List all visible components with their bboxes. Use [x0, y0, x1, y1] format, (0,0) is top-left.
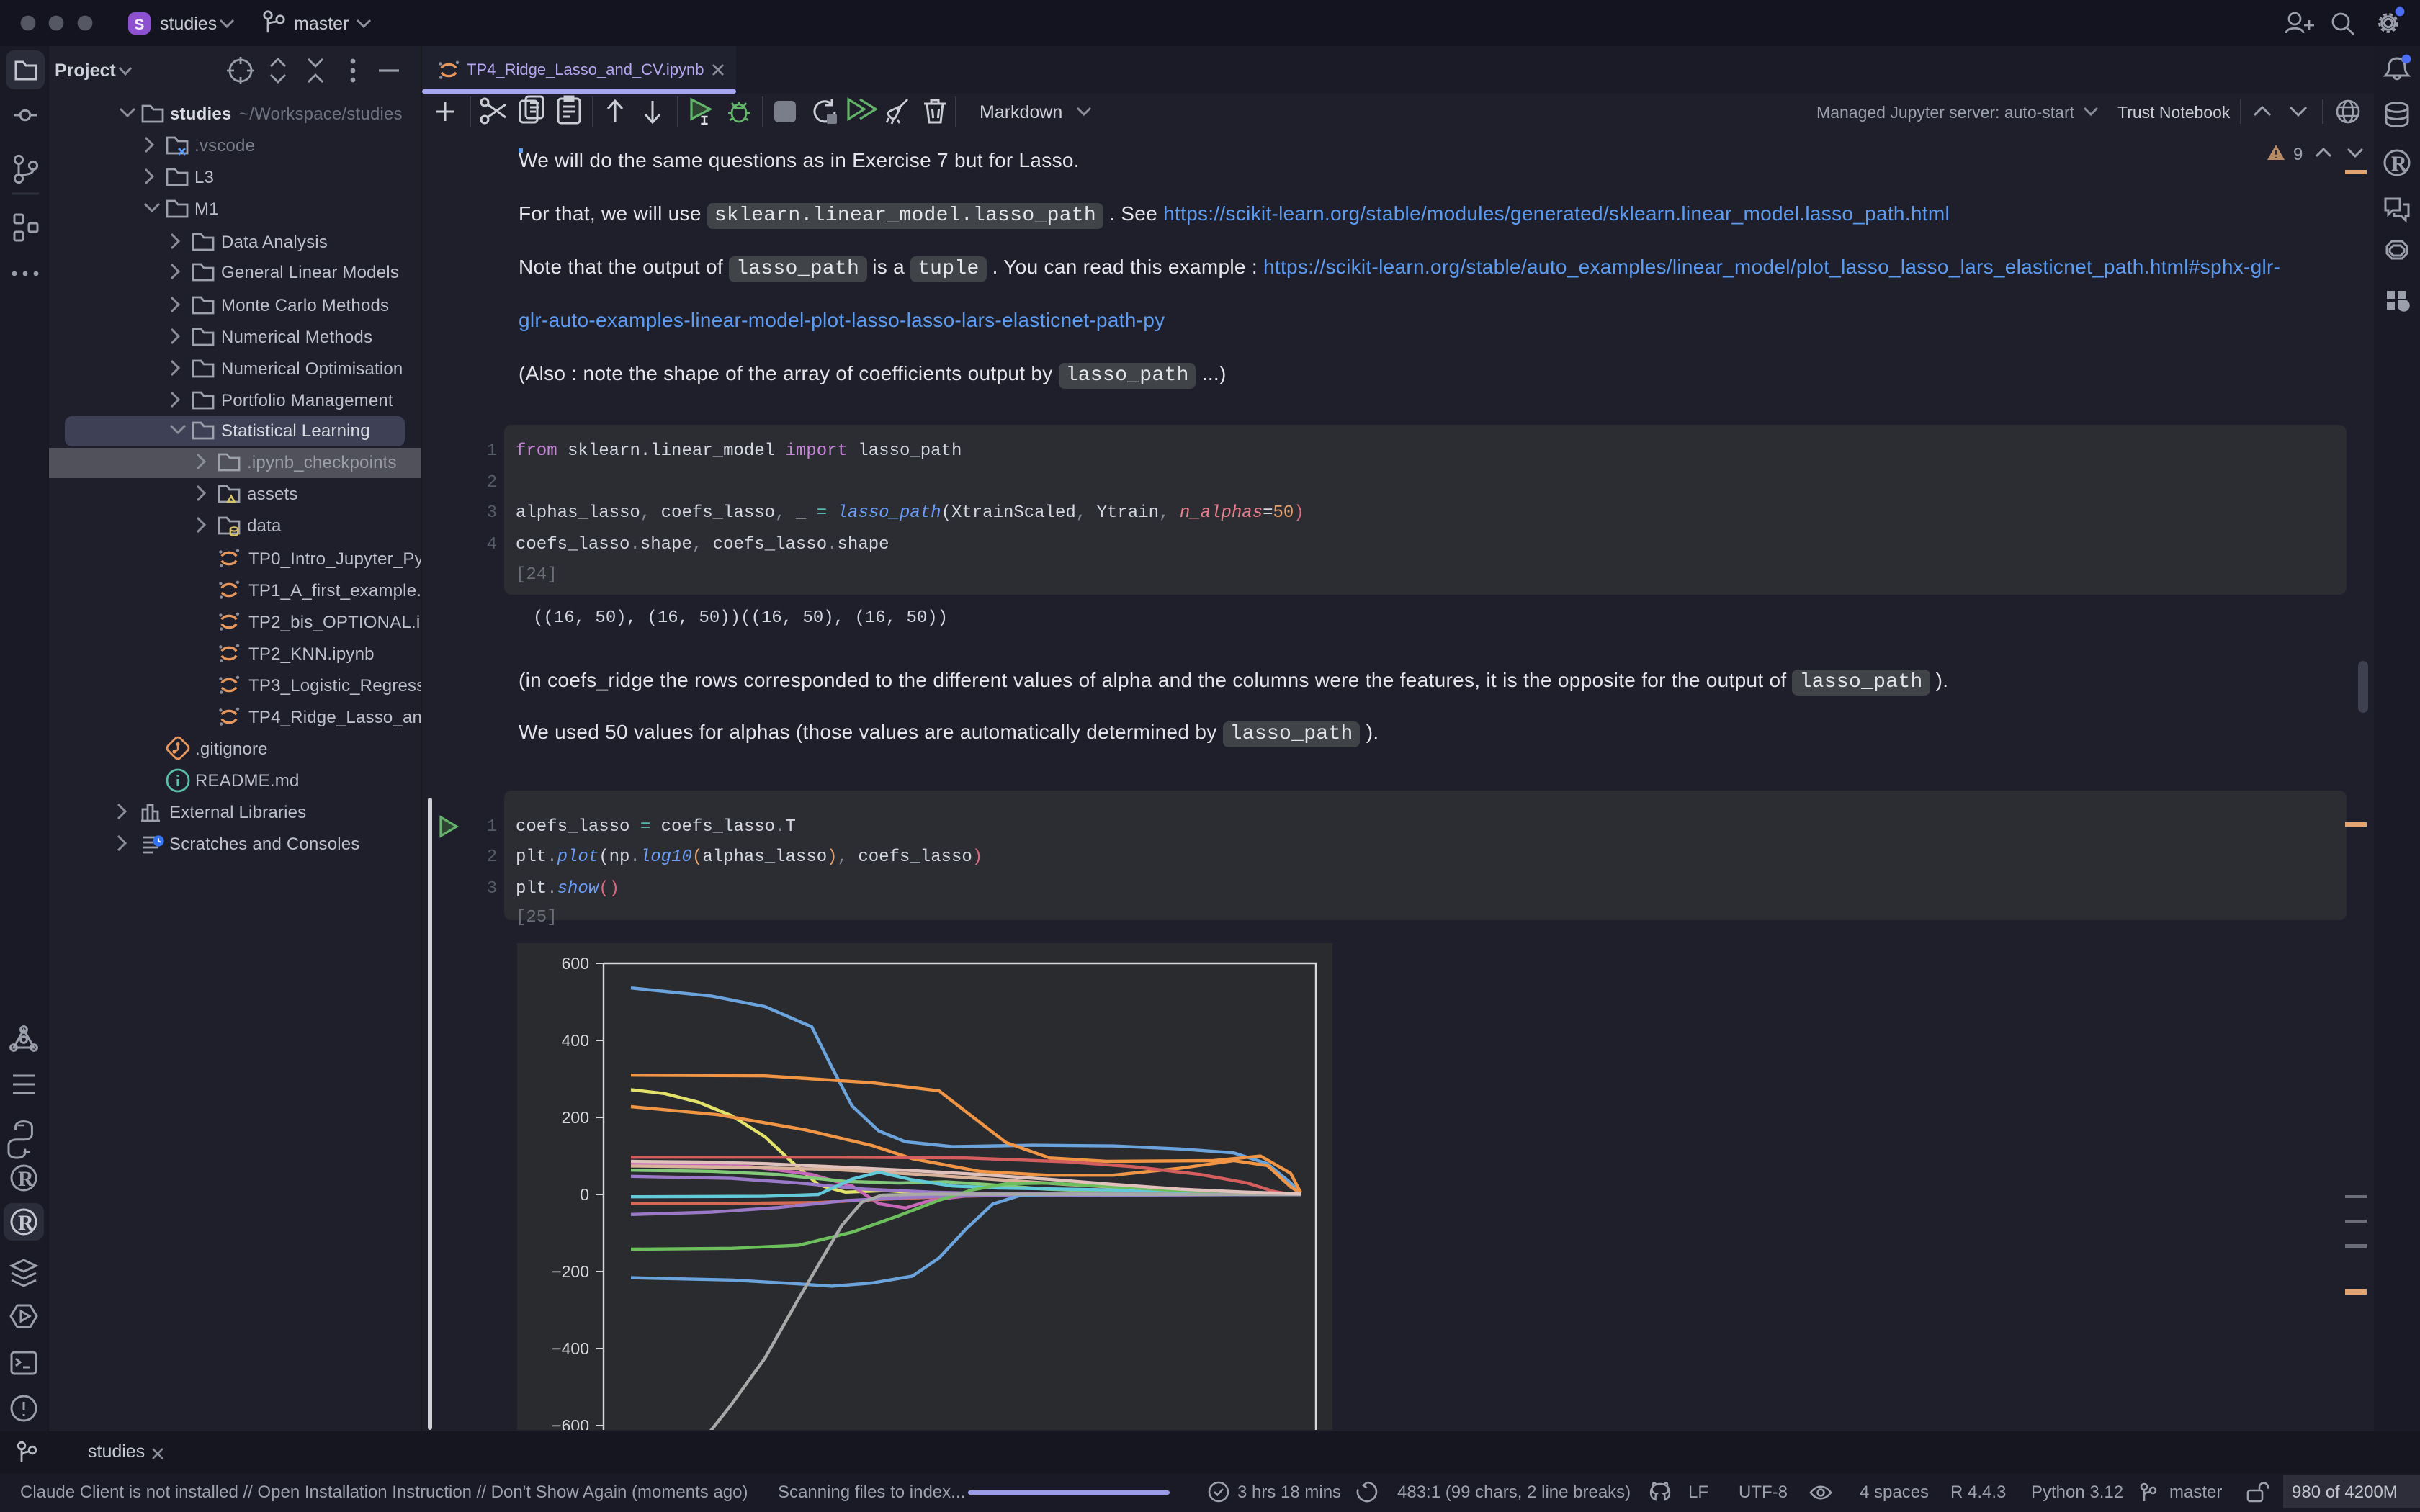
- svg-text:master: master: [294, 14, 349, 34]
- svg-text:400: 400: [562, 1031, 589, 1050]
- svg-text:S: S: [134, 17, 144, 33]
- svg-text:−400: −400: [552, 1339, 589, 1358]
- svg-text:−600: −600: [552, 1416, 589, 1430]
- svg-text:R: R: [18, 1211, 34, 1235]
- svg-text:Trust Notebook: Trust Notebook: [2118, 102, 2231, 121]
- svg-text:R: R: [2391, 152, 2407, 176]
- svg-text:Managed Jupyter server: auto-s: Managed Jupyter server: auto-start: [1816, 102, 2075, 121]
- svg-text:studies: studies: [160, 14, 217, 34]
- svg-text:600: 600: [562, 954, 589, 973]
- svg-text:Markdown: Markdown: [980, 102, 1062, 122]
- svg-text:R: R: [18, 1167, 34, 1191]
- svg-text:9: 9: [2293, 145, 2303, 164]
- svg-text:−200: −200: [552, 1262, 589, 1281]
- svg-text:200: 200: [562, 1108, 589, 1127]
- svg-text:0: 0: [580, 1185, 589, 1204]
